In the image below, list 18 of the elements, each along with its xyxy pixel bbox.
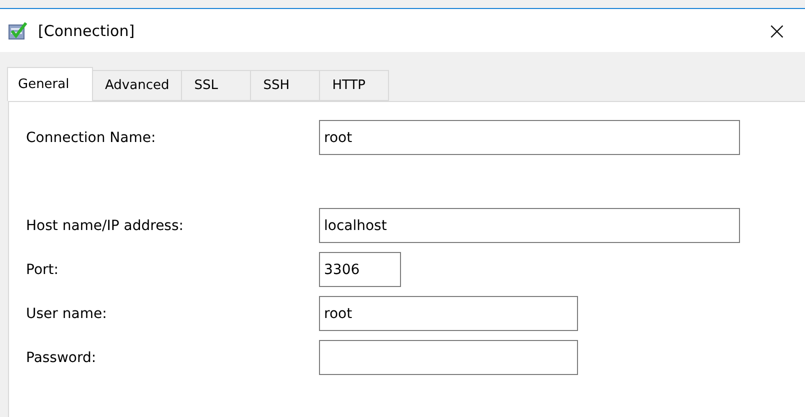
input-field[interactable]: localhost xyxy=(319,208,740,243)
field-label: Port: xyxy=(26,262,60,278)
field-label: User name: xyxy=(26,306,108,322)
input-field[interactable]: root xyxy=(319,296,578,331)
tab[interactable]: Advanced xyxy=(92,70,182,101)
field-label: Password: xyxy=(26,350,98,366)
window-title: [Connection] xyxy=(38,22,136,40)
field-label: Host name/IP address: xyxy=(26,218,184,234)
tab[interactable]: SSH xyxy=(250,70,320,101)
tab[interactable]: General xyxy=(7,67,93,101)
tab[interactable]: HTTP xyxy=(319,70,390,101)
close-button[interactable]: × xyxy=(760,18,793,42)
tab[interactable]: SSL xyxy=(181,70,252,101)
input-field[interactable] xyxy=(319,340,578,375)
input-field[interactable]: 3306 xyxy=(319,252,401,287)
field-label: Connection Name: xyxy=(26,130,157,146)
input-field[interactable]: root xyxy=(319,120,740,155)
checked-form-icon xyxy=(8,22,28,40)
